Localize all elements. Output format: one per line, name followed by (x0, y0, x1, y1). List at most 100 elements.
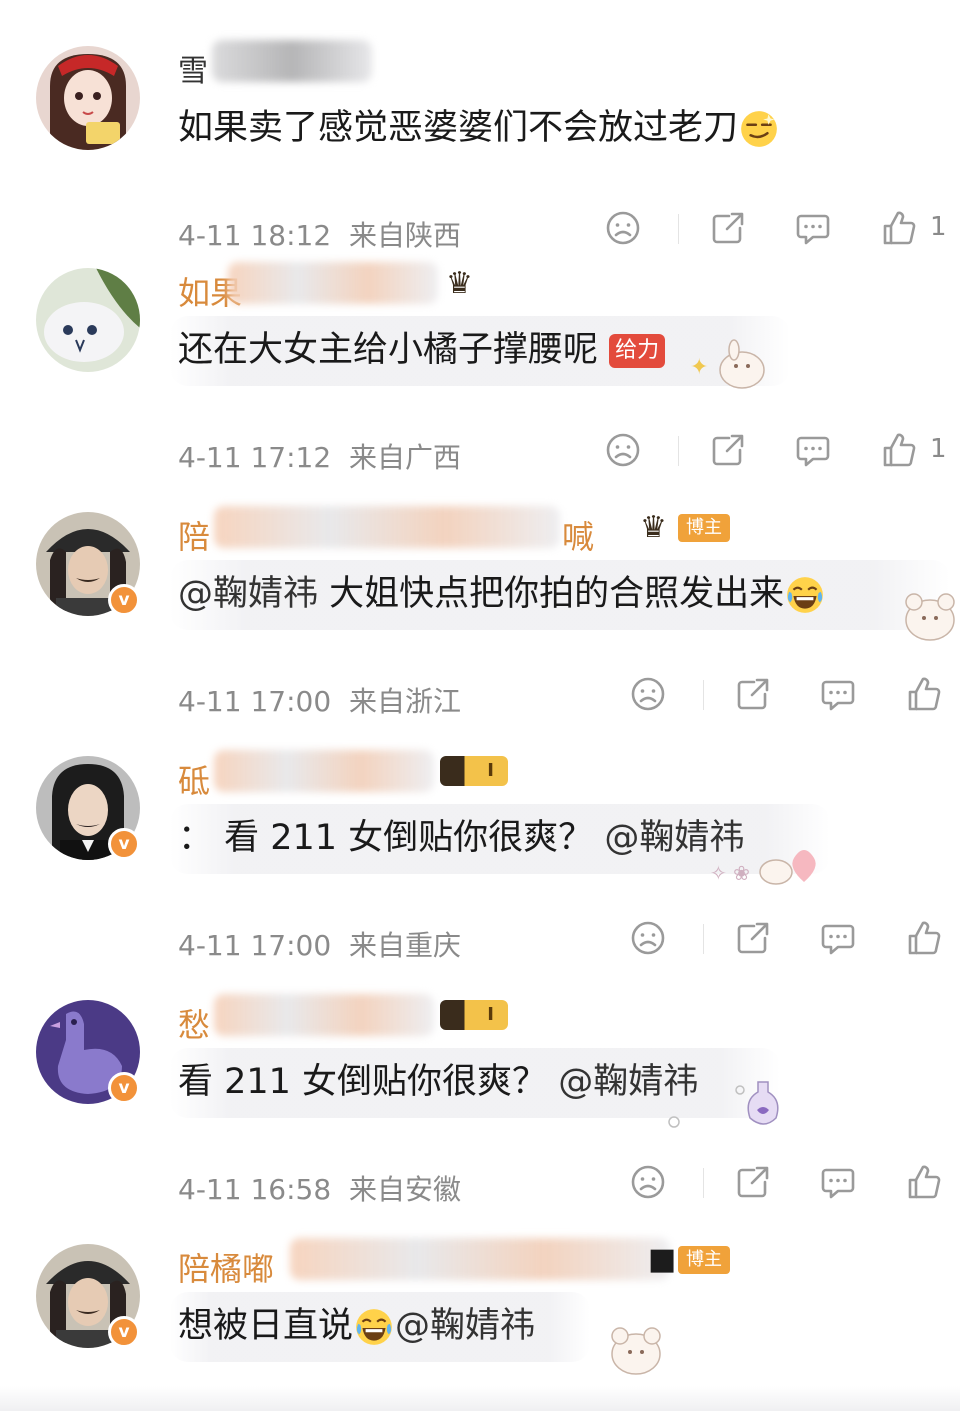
level-badge: I (440, 756, 508, 786)
comment-actions: 1 (0, 426, 960, 474)
username-text: 雪 (178, 54, 208, 89)
share-icon (712, 434, 744, 466)
like-button[interactable] (904, 1158, 944, 1206)
comment-body: 想被日直说 (178, 1306, 354, 1346)
comment-body: 看 211 女倒贴你很爽？ (178, 1062, 559, 1102)
dislike-button[interactable] (603, 426, 643, 474)
username[interactable]: 陪橘嘟 ■ 博主 (178, 1234, 798, 1288)
comment-icon (796, 214, 830, 245)
like-button[interactable] (904, 670, 944, 718)
divider (703, 1168, 704, 1198)
reply-button[interactable] (793, 204, 833, 252)
svg-text:✧ ❀: ✧ ❀ (710, 861, 750, 885)
dislike-button[interactable] (628, 914, 668, 962)
mention-link[interactable]: @鞠婧祎 (178, 574, 318, 614)
verified-badge: v (108, 584, 140, 616)
comment-body: 还在大女主给小橘子撑腰呢 (178, 330, 599, 370)
geili-badge: 给力 (609, 334, 666, 368)
avatar[interactable] (36, 46, 140, 150)
comment-body: 大姐快点把你拍的合照发出来 (318, 574, 785, 614)
heart-sticker-icon: ✧ ❀ (710, 832, 830, 896)
username-text: 陪 (178, 518, 211, 556)
blogger-tag: 博主 (678, 514, 730, 542)
thumbs-up-icon (908, 921, 941, 955)
divider (678, 436, 679, 466)
share-button[interactable] (708, 204, 748, 252)
sad-face-icon (606, 211, 640, 245)
comment-text: @鞠婧祎 大姐快点把你拍的合照发出来 (178, 570, 826, 618)
divider (703, 924, 704, 954)
verified-badge: v (108, 1316, 140, 1348)
comment-body: 如果卖了感觉恶婆婆们不会放过老刀 (178, 108, 739, 148)
like-count: 1 (930, 212, 947, 242)
comment-actions (0, 914, 960, 962)
laugh-cry-emoji (353, 1306, 395, 1348)
username[interactable]: 愁 I (178, 990, 798, 1044)
comment-actions: 1 (0, 204, 960, 252)
verified-badge: v (108, 1072, 140, 1104)
share-icon (737, 678, 769, 710)
username[interactable]: 陪 喊 ♛ 博主 (178, 502, 798, 556)
bunny-sticker-icon: ✦ (690, 334, 780, 400)
share-button[interactable] (733, 914, 773, 962)
avatar[interactable] (36, 268, 140, 372)
svg-text:✦: ✦ (690, 355, 708, 380)
share-button[interactable] (733, 670, 773, 718)
like-button[interactable] (879, 204, 919, 252)
share-button[interactable] (733, 1158, 773, 1206)
comment-text: 想被日直说 @鞠婧祎 (178, 1302, 535, 1350)
comment-item: v 陪 喊 ♛ 博主 @鞠婧祎 大姐快点把你拍的合照发出来 4-11 17:00… (0, 506, 960, 756)
share-icon (737, 922, 769, 954)
comment-icon (796, 436, 830, 467)
username[interactable]: 雪 (178, 36, 798, 89)
bear-sticker-icon (870, 582, 960, 656)
username-mask (214, 994, 434, 1036)
thumbs-up-icon (883, 433, 916, 467)
reply-button[interactable] (818, 670, 858, 718)
comment-icon (821, 1168, 855, 1199)
crown-icon: ♛ (640, 510, 667, 545)
username-text-tail: 喊 (562, 518, 595, 556)
smirk-emoji (738, 108, 780, 150)
reply-button[interactable] (818, 914, 858, 962)
username-text: 愁 (178, 1006, 211, 1044)
dislike-button[interactable] (628, 1158, 668, 1206)
thumbs-up-icon (883, 211, 916, 245)
username-text: 砥 (178, 762, 211, 800)
comment-actions (0, 1158, 960, 1206)
comment-text: 看 211 女倒贴你很爽？ @鞠婧祎 (178, 1058, 698, 1106)
divider (678, 214, 679, 244)
comment-icon (821, 680, 855, 711)
reply-button[interactable] (818, 1158, 858, 1206)
thumbs-up-icon (908, 677, 941, 711)
username-mask (290, 1238, 670, 1280)
sad-face-icon (631, 1165, 665, 1199)
blogger-tag: 博主 (678, 1246, 730, 1274)
bear-sticker-icon (560, 1314, 670, 1388)
comment-icon (821, 924, 855, 955)
thumbs-up-icon (908, 1165, 941, 1199)
username[interactable]: 砥 I (178, 746, 798, 800)
mention-link[interactable]: @鞠婧祎 (395, 1306, 535, 1346)
comment-body: ： 看 211 女倒贴你很爽？ (178, 818, 605, 858)
comment-text: 还在大女主给小橘子撑腰呢 给力 (178, 326, 666, 374)
laugh-cry-emoji (784, 574, 826, 616)
dislike-button[interactable] (628, 670, 668, 718)
comment-item: 雪 如果卖了感觉恶婆婆们不会放过老刀 4-11 18:12 来自陕西 1 (0, 40, 960, 290)
like-count: 1 (930, 434, 947, 464)
crown-icon: ♛ (446, 266, 473, 301)
reply-button[interactable] (793, 426, 833, 474)
comment-actions (0, 670, 960, 718)
comment-item: 如果 ♛ 还在大女主给小橘子撑腰呢 给力 ✦ 4-11 17:12 来自广西 1 (0, 262, 960, 512)
share-button[interactable] (708, 426, 748, 474)
like-button[interactable] (879, 426, 919, 474)
bottom-fade (0, 1386, 960, 1411)
username[interactable]: 如果 ♛ (178, 258, 798, 312)
sad-face-icon (606, 433, 640, 467)
like-button[interactable] (904, 914, 944, 962)
comment-text: 如果卖了感觉恶婆婆们不会放过老刀 (178, 104, 780, 152)
dislike-button[interactable] (603, 204, 643, 252)
comment-item: v 愁 I 看 211 女倒贴你很爽？ @鞠婧祎 4-11 16:58 来自安徽 (0, 994, 960, 1244)
divider (703, 680, 704, 710)
comment-text: ： 看 211 女倒贴你很爽？ @鞠婧祎 (178, 814, 744, 862)
